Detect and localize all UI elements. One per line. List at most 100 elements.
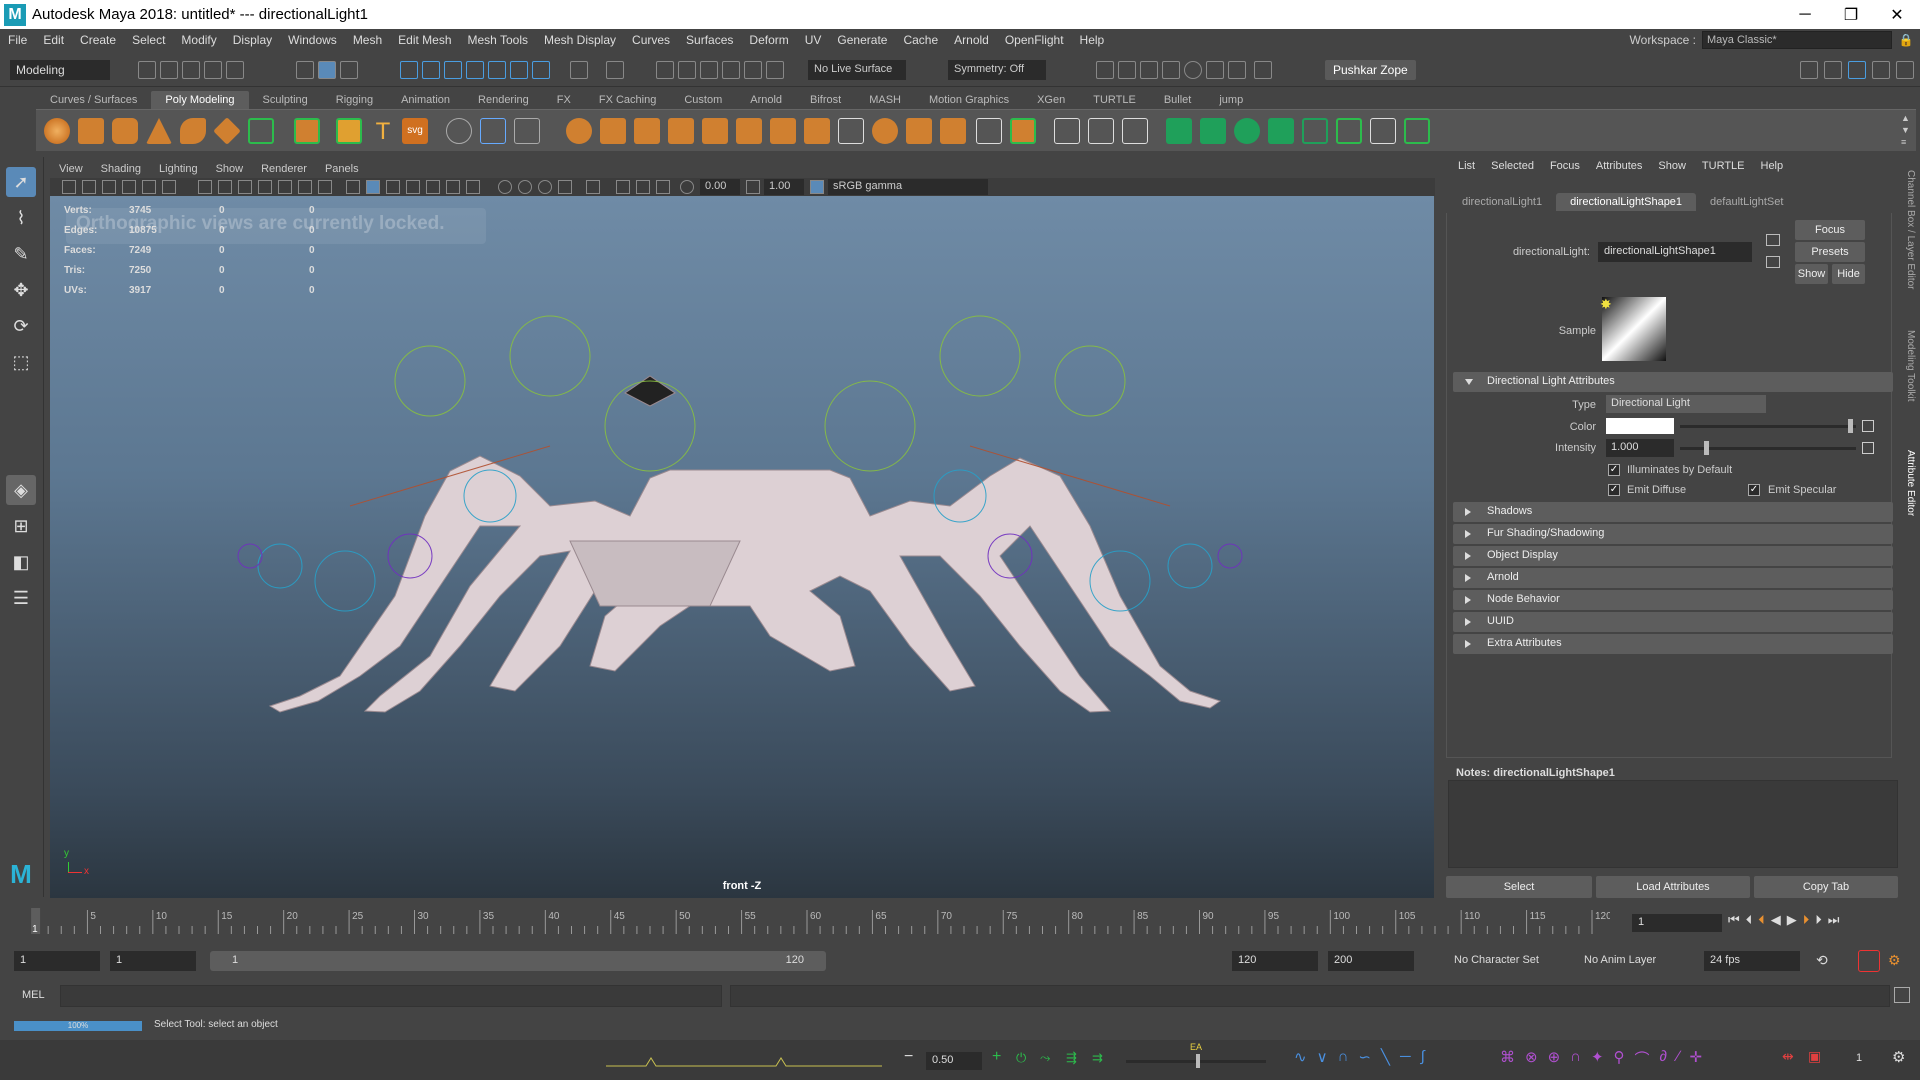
range-slider[interactable]: 1 120 — [210, 951, 826, 971]
wireframe-on-shaded-icon[interactable] — [406, 180, 420, 194]
gamma-field[interactable]: 1.00 — [764, 179, 804, 195]
menu-select[interactable]: Select — [124, 33, 173, 47]
pause-icon[interactable] — [1254, 61, 1272, 79]
menu-help[interactable]: Help — [1072, 33, 1113, 47]
outliner-toggle-icon[interactable] — [1824, 61, 1842, 79]
attribute-editor-toggle-icon[interactable] — [1848, 61, 1866, 79]
curve-tool-1-icon[interactable]: ∿ — [1294, 1048, 1307, 1066]
poly-plane-icon[interactable] — [213, 117, 241, 145]
select-object-icon[interactable] — [318, 61, 336, 79]
panel-menu-renderer[interactable]: Renderer — [252, 163, 316, 175]
spherical-mapping-icon[interactable] — [1234, 118, 1260, 144]
render-sequence-icon[interactable] — [1228, 61, 1246, 79]
maya-home-icon[interactable]: M — [6, 859, 36, 889]
menu-curves[interactable]: Curves — [624, 33, 678, 47]
gamma-icon[interactable] — [746, 180, 760, 194]
component-mode-icon[interactable] — [766, 61, 784, 79]
slide-edge-icon[interactable] — [1088, 118, 1114, 144]
side-tab-channel-box[interactable]: Channel Box / Layer Editor — [1905, 170, 1916, 290]
bevel-icon[interactable] — [804, 118, 830, 144]
bridge-icon[interactable] — [770, 118, 796, 144]
connect-icon[interactable] — [1122, 118, 1148, 144]
light-type-dropdown[interactable]: Directional Light — [1606, 395, 1766, 413]
color-slider-handle[interactable] — [1848, 419, 1853, 433]
select-component-icon[interactable] — [340, 61, 358, 79]
save-scene-icon[interactable] — [182, 61, 200, 79]
layout-uv-icon[interactable] — [1404, 118, 1430, 144]
fps-dropdown[interactable]: 24 fps — [1704, 951, 1800, 971]
make-live-icon[interactable] — [744, 61, 762, 79]
menu-arnold[interactable]: Arnold — [946, 33, 997, 47]
film-gate-icon[interactable] — [218, 180, 232, 194]
combine-icon[interactable] — [566, 118, 592, 144]
type-tool-icon[interactable]: T — [370, 118, 396, 145]
menu-create[interactable]: Create — [72, 33, 124, 47]
weight-field[interactable]: 0.50 — [926, 1052, 982, 1070]
illuminates-default-checkbox[interactable]: ✓ — [1608, 464, 1620, 476]
step-back-key-icon[interactable]: ⏴ — [1746, 912, 1753, 928]
xray-components-icon[interactable] — [656, 180, 670, 194]
minimize-button[interactable]: ─ — [1782, 0, 1828, 29]
offset-edge-loop-icon[interactable] — [1010, 118, 1036, 144]
poly-cone-icon[interactable] — [146, 118, 172, 144]
anti-aliasing-icon[interactable] — [538, 180, 552, 194]
shelf-tab-bullet[interactable]: Bullet — [1150, 91, 1206, 109]
intensity-field[interactable]: 1.000 — [1606, 439, 1674, 457]
shelf-tab-animation[interactable]: Animation — [387, 91, 464, 109]
menu-cache[interactable]: Cache — [895, 33, 946, 47]
live-surface-field[interactable]: No Live Surface — [808, 60, 906, 80]
go-to-start-icon[interactable]: ⏮ — [1728, 912, 1740, 928]
two-panes-layout-icon[interactable]: ◧ — [6, 547, 36, 577]
focus-button[interactable]: Focus — [1795, 220, 1865, 240]
presets-button[interactable]: Presets — [1795, 242, 1865, 262]
insert-edge-loop-icon[interactable] — [976, 118, 1002, 144]
deform-tool-3-icon[interactable]: ⊕ — [1548, 1048, 1561, 1069]
hypershade-icon[interactable] — [1184, 61, 1202, 79]
move-tool-icon[interactable]: ✥ — [6, 275, 36, 305]
animation-end-field[interactable]: 200 — [1328, 951, 1414, 971]
step-forward-frame-icon[interactable]: ⏵ — [1803, 912, 1810, 928]
play-backward-icon[interactable]: ◀ — [1771, 912, 1781, 928]
platonic-solid-icon[interactable] — [294, 118, 320, 144]
loop-icon[interactable]: ⟲ — [1816, 952, 1828, 969]
shelf-scroll-icon[interactable]: ▲ ▼ ≡ — [1901, 112, 1910, 148]
section-node-behavior[interactable]: Node Behavior — [1453, 590, 1893, 610]
snap-point-icon[interactable] — [444, 61, 462, 79]
shelf-tab-xgen[interactable]: XGen — [1023, 91, 1079, 109]
input-ops-icon[interactable] — [606, 61, 624, 79]
emit-specular-checkbox[interactable]: ✓ — [1748, 484, 1760, 496]
time-slider[interactable]: 5 10 15 20 25 30 35 40 45 50 55 60 65 70 75 80 85 90 95 100… — [10, 906, 1612, 936]
menu-set-dropdown[interactable]: Modeling — [10, 60, 110, 80]
tab-directional-light-shape[interactable]: directionalLightShape1 — [1556, 193, 1697, 211]
xray-joints-icon[interactable] — [636, 180, 650, 194]
go-to-end-icon[interactable]: ⏭ — [1828, 912, 1840, 928]
menu-openflight[interactable]: OpenFlight — [997, 33, 1072, 47]
paint-select-tool-icon[interactable]: ✎ — [6, 239, 36, 269]
extrude-icon[interactable] — [736, 118, 762, 144]
depth-of-field-icon[interactable] — [558, 180, 572, 194]
lock-icon[interactable]: 🔒 — [1892, 33, 1920, 47]
poly-disc-icon[interactable] — [248, 118, 274, 144]
undo-icon[interactable] — [204, 61, 222, 79]
shelf-tab-sculpting[interactable]: Sculpting — [249, 91, 322, 109]
lasso-tool-icon[interactable]: ⌇ — [6, 203, 36, 233]
snap-pivot-icon[interactable] — [532, 61, 550, 79]
playback-start-field[interactable]: 1 — [110, 951, 196, 971]
maximize-button[interactable]: ❐ — [1828, 0, 1874, 29]
view-transform-dropdown[interactable]: sRGB gamma — [828, 179, 988, 195]
tweak-icon[interactable] — [678, 61, 696, 79]
soft-select-icon[interactable] — [700, 61, 718, 79]
section-shadows[interactable]: Shadows — [1453, 502, 1893, 522]
shadows-icon[interactable] — [466, 180, 480, 194]
align-icon[interactable]: ⇶ — [1066, 1050, 1077, 1066]
select-tool-icon[interactable]: ➚ — [6, 167, 36, 197]
shelf-tab-jump[interactable]: jump — [1205, 91, 1257, 109]
camera-attributes-icon[interactable] — [82, 180, 96, 194]
shelf-tab-mash[interactable]: MASH — [855, 91, 915, 109]
reflect-icon[interactable] — [722, 61, 740, 79]
render-settings-icon[interactable] — [1162, 61, 1180, 79]
curve-tool-4-icon[interactable]: ∽ — [1358, 1048, 1371, 1066]
panel-menu-view[interactable]: View — [50, 163, 92, 175]
safe-title-icon[interactable] — [318, 180, 332, 194]
uv-editor-icon[interactable] — [480, 118, 506, 144]
